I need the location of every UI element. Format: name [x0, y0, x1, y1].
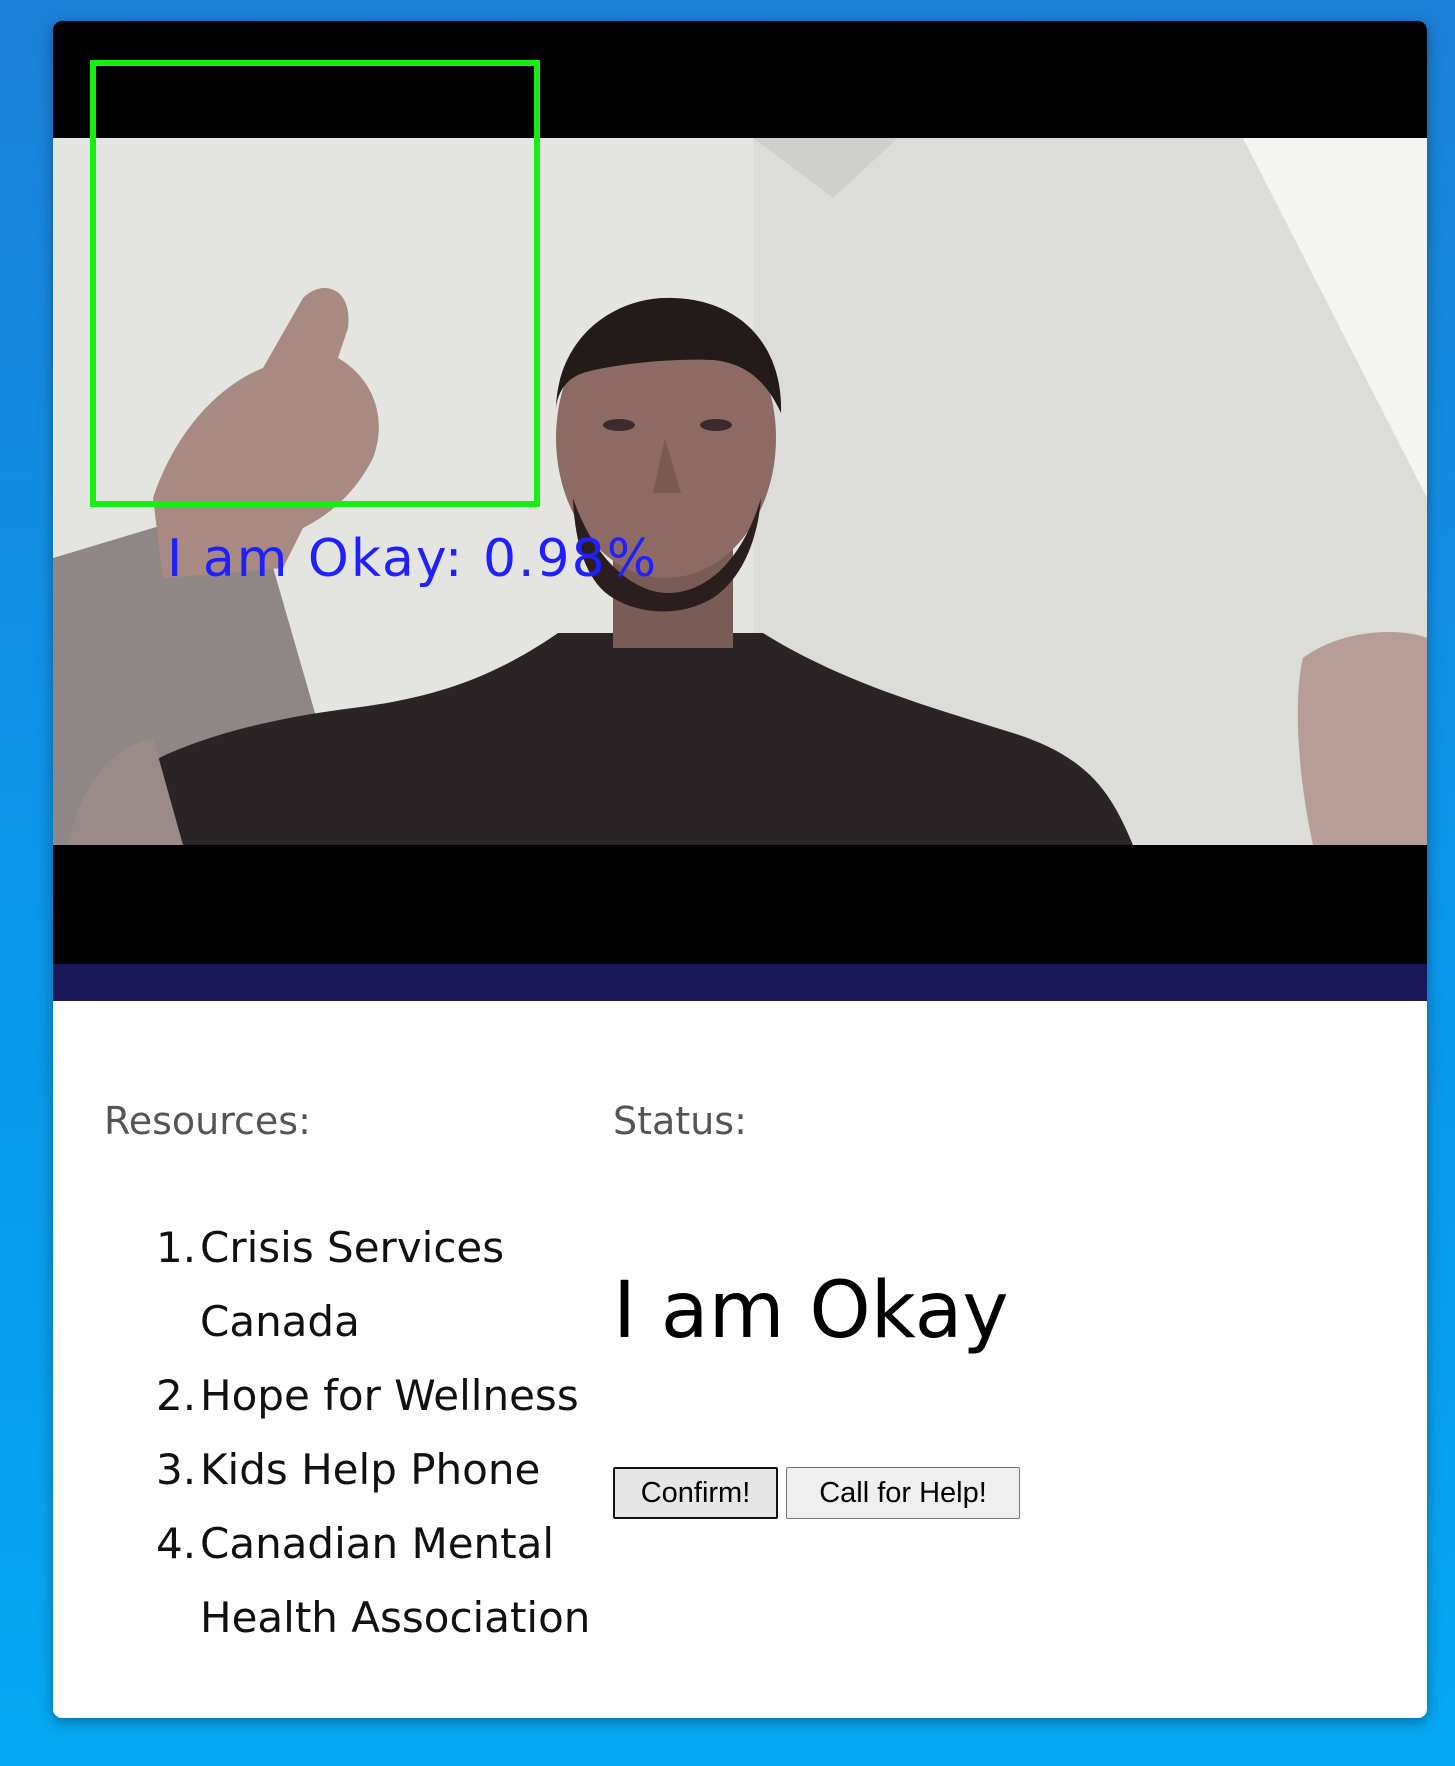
resource-number: 2.: [156, 1371, 197, 1420]
resources-heading: Resources:: [104, 1099, 311, 1143]
webcam-feed: I am Okay: 0.98%: [53, 21, 1427, 964]
resource-label: Hope for Wellness: [200, 1371, 579, 1420]
hand-detection-box: [90, 60, 540, 507]
confirm-button[interactable]: Confirm!: [613, 1467, 778, 1519]
resource-number: 3.: [156, 1445, 197, 1494]
resource-number: 4.: [156, 1519, 197, 1568]
resource-label: Canadian Mental Health Association: [200, 1519, 591, 1642]
detection-label: I am Okay: 0.98%: [167, 529, 659, 589]
resource-item-crisis-services[interactable]: 1. Crisis Services Canada: [156, 1211, 626, 1359]
status-value: I am Okay: [613, 1266, 1009, 1356]
resource-label: Kids Help Phone: [200, 1445, 541, 1494]
divider-bar: [53, 964, 1427, 1001]
resource-number: 1.: [156, 1223, 197, 1272]
call-for-help-button[interactable]: Call for Help!: [786, 1467, 1020, 1519]
resource-item-hope-for-wellness[interactable]: 2. Hope for Wellness: [156, 1359, 626, 1433]
resource-item-kids-help-phone[interactable]: 3. Kids Help Phone: [156, 1433, 626, 1507]
resource-item-cmha[interactable]: 4. Canadian Mental Health Association: [156, 1507, 626, 1655]
resource-label: Crisis Services Canada: [200, 1223, 505, 1346]
status-heading: Status:: [613, 1099, 747, 1143]
main-card: I am Okay: 0.98% Resources: 1. Crisis Se…: [53, 21, 1427, 1718]
resource-list: 1. Crisis Services Canada 2. Hope for We…: [156, 1211, 626, 1655]
